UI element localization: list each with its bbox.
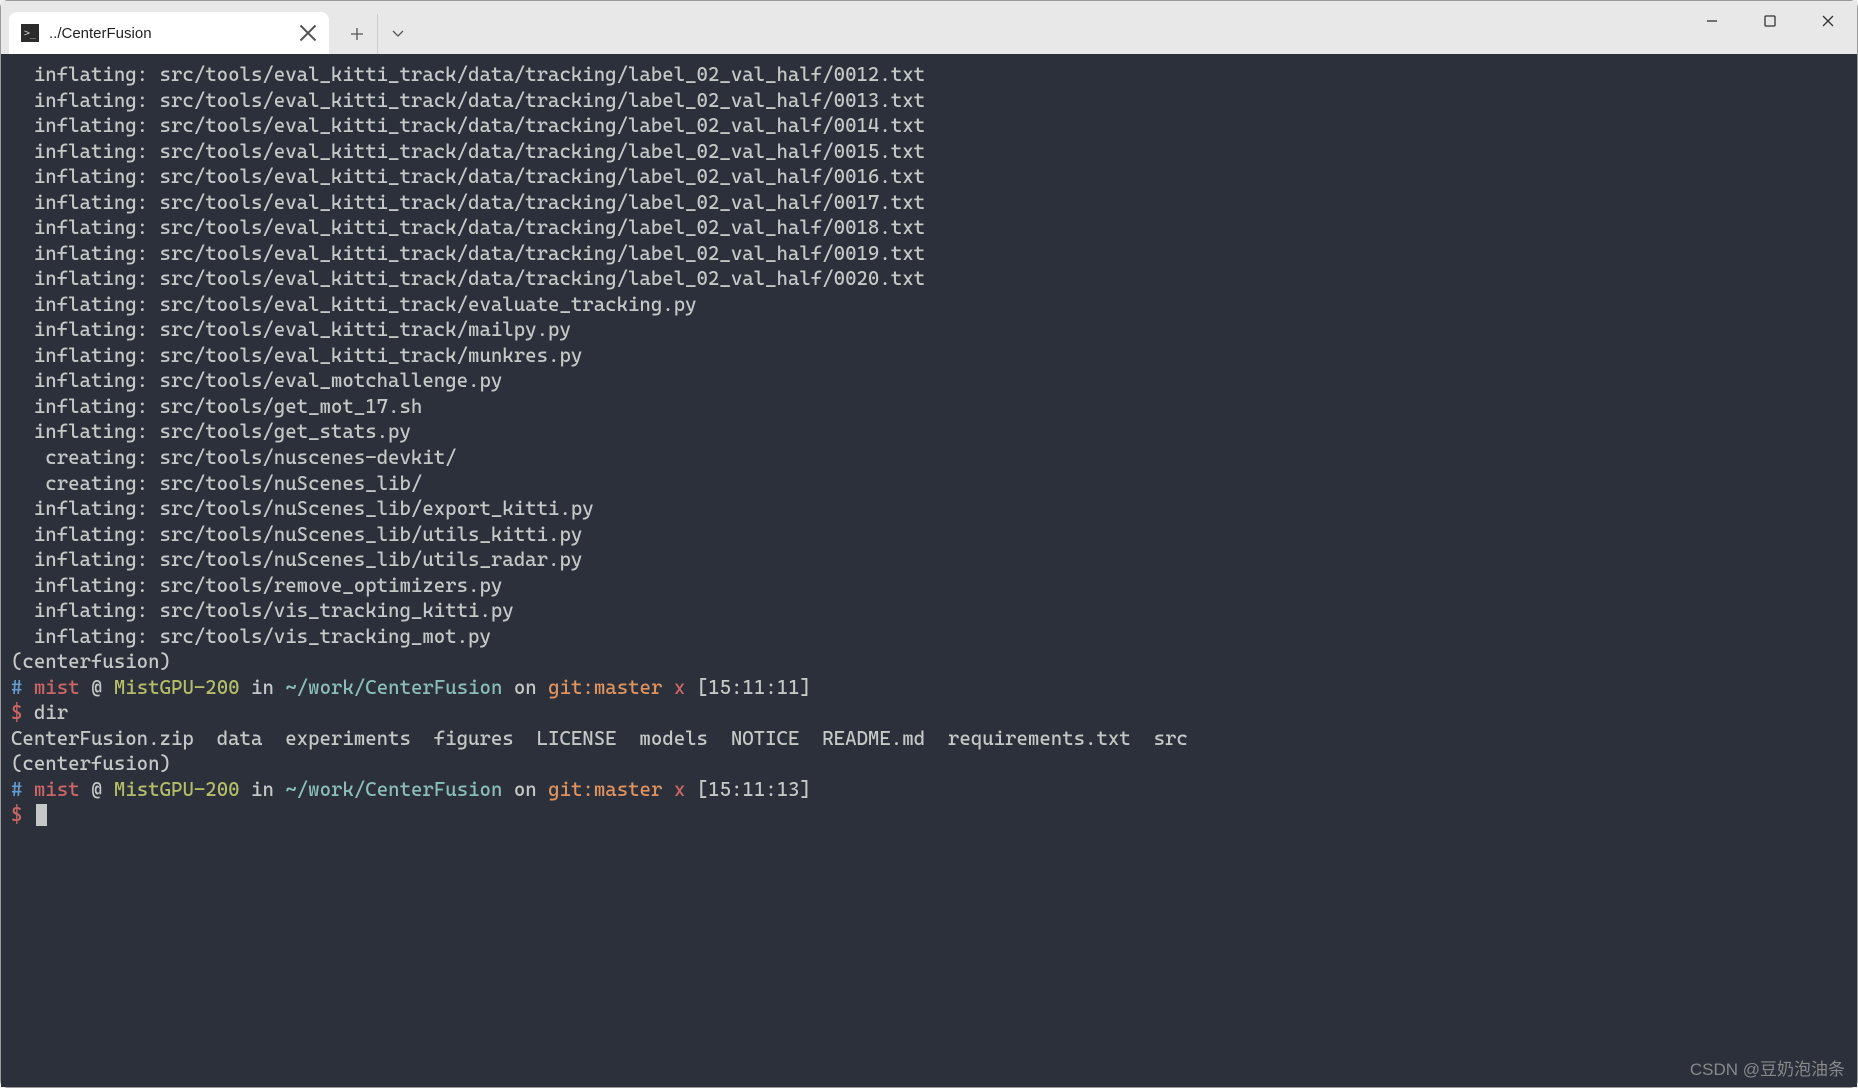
prompt-host: MistGPU-200	[114, 676, 240, 699]
terminal-icon: >_	[21, 24, 39, 42]
prompt2-user: mist	[34, 778, 80, 801]
prompt2-time: [15:11:13]	[697, 778, 811, 801]
prompt-at: @	[91, 676, 102, 699]
prompt-path: ~/work/CenterFusion	[285, 676, 502, 699]
minimize-button[interactable]	[1683, 1, 1741, 41]
prompt2-in: in	[251, 778, 274, 801]
terminal-body[interactable]: inflating: src/tools/eval_kitti_track/da…	[1, 54, 1857, 1087]
prompt2-hash: #	[11, 778, 22, 801]
close-button[interactable]	[1799, 1, 1857, 41]
prompt-x: x	[674, 676, 685, 699]
prompt2-path: ~/work/CenterFusion	[285, 778, 502, 801]
cursor	[36, 804, 47, 826]
prompt-dollar: $	[11, 701, 22, 724]
prompt-git: git:master	[548, 676, 662, 699]
command-dir: dir	[34, 701, 68, 724]
tab-title: ../CenterFusion	[49, 25, 289, 42]
tab-close-button[interactable]	[299, 24, 317, 42]
window-controls	[1683, 1, 1857, 41]
prompt-hash: #	[11, 676, 22, 699]
prompt-in: in	[251, 676, 274, 699]
prompt-time: [15:11:11]	[697, 676, 811, 699]
prompt-on: on	[514, 676, 537, 699]
prompt2-x: x	[674, 778, 685, 801]
prompt2-host: MistGPU-200	[114, 778, 240, 801]
tab[interactable]: >_ ../CenterFusion	[9, 12, 329, 54]
env-line: (centerfusion)	[11, 650, 171, 673]
watermark: CSDN @豆奶泡油条	[1690, 1059, 1845, 1081]
dir-output: CenterFusion.zip data experiments figure…	[11, 727, 1188, 750]
prompt2-at: @	[91, 778, 102, 801]
prompt2-on: on	[514, 778, 537, 801]
output-lines: inflating: src/tools/eval_kitti_track/da…	[11, 62, 1847, 649]
maximize-button[interactable]	[1741, 1, 1799, 41]
prompt2-git: git:master	[548, 778, 662, 801]
env-line-2: (centerfusion)	[11, 752, 171, 775]
tab-dropdown-button[interactable]	[377, 14, 417, 54]
new-tab-button[interactable]	[337, 14, 377, 54]
prompt2-dollar: $	[11, 803, 22, 826]
titlebar: >_ ../CenterFusion	[1, 1, 1857, 54]
prompt-user: mist	[34, 676, 80, 699]
